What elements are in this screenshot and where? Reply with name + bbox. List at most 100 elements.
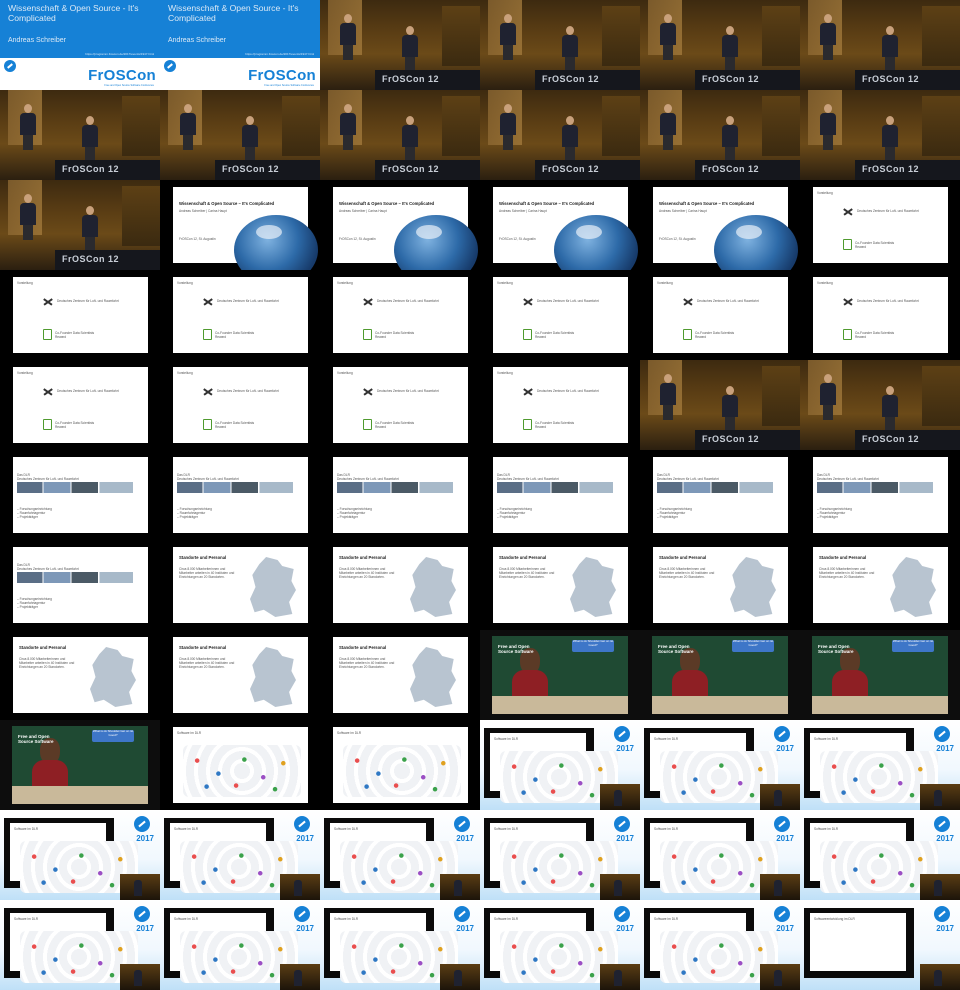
video-frame: Software im DLR 2017 (800, 720, 960, 810)
speaker-head (24, 104, 32, 113)
germany-map (410, 557, 456, 617)
slide-presentation: Vorstellung Deutsches Zentrum für Luft- u… (173, 367, 308, 443)
slide-bullet: – Projektträger (17, 605, 38, 609)
slide-heading: Softwareentwicklung im DLR (814, 917, 855, 921)
slide-heading: Software im DLR (814, 737, 839, 741)
projector-screen: Software im DLR (484, 818, 618, 893)
slide-heading: Software im DLR (654, 827, 679, 831)
video-frame: FrOSCon 12 (160, 90, 320, 180)
slide-org: Deutsches Zentrum für Luft- und Raumfahr… (377, 389, 439, 393)
germany-map (90, 647, 136, 707)
speaker-head (406, 26, 414, 35)
stage-banner: FrOSCon 12 (702, 434, 760, 444)
video-frame: Wissenschaft & Open Source – It's Compli… (640, 180, 800, 270)
product-icon (43, 329, 52, 340)
slide-dlr: Das DLR Deutsches Zentrum für Luft- und R… (13, 457, 148, 533)
froscon-badge-icon (934, 816, 950, 832)
speaker-legs (503, 45, 513, 60)
speaker-body (20, 203, 36, 225)
video-frame: FrOSCon 12 (800, 360, 960, 450)
slide-presentation: Vorstellung Deutsches Zentrum für Luft- u… (173, 277, 308, 353)
froscon-tagline: Free and Open Source Software Conference (104, 84, 154, 87)
slide-software: Software im DLR (330, 823, 458, 893)
speaker-inset (120, 874, 160, 900)
video-frame: Vorstellung Deutsches Zentrum für Luft- u… (800, 180, 960, 270)
stage-banner: FrOSCon 12 (702, 164, 760, 174)
speaker-body (20, 113, 36, 135)
video-frame: Standorte und Personal Circa 8.000 Mitarb… (800, 540, 960, 630)
dlr-photo-strip (177, 482, 293, 493)
product-icon (843, 329, 852, 340)
stage-wall-right (762, 366, 800, 426)
slide-software: Software im DLR (490, 823, 618, 893)
speaker-head (184, 104, 192, 113)
slide-dlr-title: Wissenschaft & Open Source – It's Compli… (493, 187, 638, 270)
earth-image (714, 215, 798, 270)
video-frame: FrOSCon 12 (480, 90, 640, 180)
slide-heading: Vorstellung (817, 191, 833, 195)
speaker-body (242, 125, 258, 147)
video-frame: Software im DLR 2017 (800, 810, 960, 900)
stage-wall-right (602, 96, 640, 156)
video-frame: Vorstellung Deutsches Zentrum für Luft- u… (480, 270, 640, 360)
slide-software: Software im DLR (490, 913, 618, 983)
video-frame: Software im DLR 2017 (480, 900, 640, 990)
froscon-badge-icon (134, 906, 150, 922)
froscon-logo: FrOSCon (88, 67, 156, 84)
speaker-figure (820, 104, 836, 150)
video-frame: Standorte und Personal Circa 8.000 Mitarb… (320, 540, 480, 630)
stage-wall-right (442, 96, 480, 156)
slide-org: Deutsches Zentrum für Luft- und Raumfahr… (57, 389, 119, 393)
froscon-badge-icon (774, 726, 790, 742)
slide-heading: Standorte und Personal (339, 555, 387, 560)
product-icon (363, 419, 372, 430)
slide-presentation: Vorstellung Deutsches Zentrum für Luft- u… (813, 187, 948, 263)
slide-subheading: Deutsches Zentrum für Luft- und Raumfahr… (17, 567, 79, 571)
video-frame: Software im DLR 2017 (320, 810, 480, 900)
stage-wall-right (762, 96, 800, 156)
stage-banner: FrOSCon 12 (862, 74, 920, 84)
speaker-body (500, 113, 516, 135)
speaker-figure (722, 386, 738, 432)
stage-banner: FrOSCon 12 (542, 74, 600, 84)
slide-heading: Software im DLR (14, 827, 39, 831)
slide-heading: Vorstellung (497, 281, 513, 285)
slide-heading: Vorstellung (337, 371, 353, 375)
slide-heading: Vorstellung (337, 281, 353, 285)
slide-heading: Vorstellung (177, 281, 193, 285)
speaker-head (886, 26, 894, 35)
dlr-logo-icon (523, 387, 533, 397)
slide-heading: Software im DLR (177, 731, 202, 735)
slide-locations: Standorte und Personal Circa 8.000 Mitarb… (333, 547, 468, 623)
slide-heading: Vorstellung (17, 281, 33, 285)
speaker-head (504, 14, 512, 23)
product-icon (203, 419, 212, 430)
speaker-figure (20, 194, 36, 240)
stage-wall-right (282, 96, 320, 156)
slide-heading: Vorstellung (657, 281, 673, 285)
speaker-figure (500, 14, 516, 60)
speaker-inset (280, 964, 320, 990)
speaker-body (882, 395, 898, 417)
product-icon (43, 419, 52, 430)
dlr-logo-icon (43, 387, 53, 397)
slide-org: Deutsches Zentrum für Luft- und Raumfahr… (217, 389, 279, 393)
speaker-head (566, 26, 574, 35)
video-frame: Wissenschaft & Open Source – It's Compli… (320, 180, 480, 270)
video-frame: Das DLR Deutsches Zentrum für Luft- und R… (800, 450, 960, 540)
year-label: 2017 (296, 924, 314, 933)
slide-subheading: Deutsches Zentrum für Luft- und Raumfahr… (337, 477, 399, 481)
speaker-figure (20, 104, 36, 150)
video-frame: FrOSCon 12 (0, 180, 160, 270)
slide-heading: Standorte und Personal (499, 555, 547, 560)
video-frame: Vorstellung Deutsches Zentrum für Luft- u… (320, 270, 480, 360)
slide-dlr: Das DLR Deutsches Zentrum für Luft- und R… (813, 457, 948, 533)
speech-bubble: What is ok Shouldet Get on ist Good? (572, 639, 614, 652)
video-frame: Das DLR Deutsches Zentrum für Luft- und R… (160, 450, 320, 540)
germany-map (730, 557, 776, 617)
slide-subheading: Deutsches Zentrum für Luft- und Raumfahr… (497, 477, 559, 481)
speaker-inset (120, 964, 160, 990)
speaker-body (340, 113, 356, 135)
year-label: 2017 (936, 924, 954, 933)
speaker-legs (23, 135, 33, 150)
